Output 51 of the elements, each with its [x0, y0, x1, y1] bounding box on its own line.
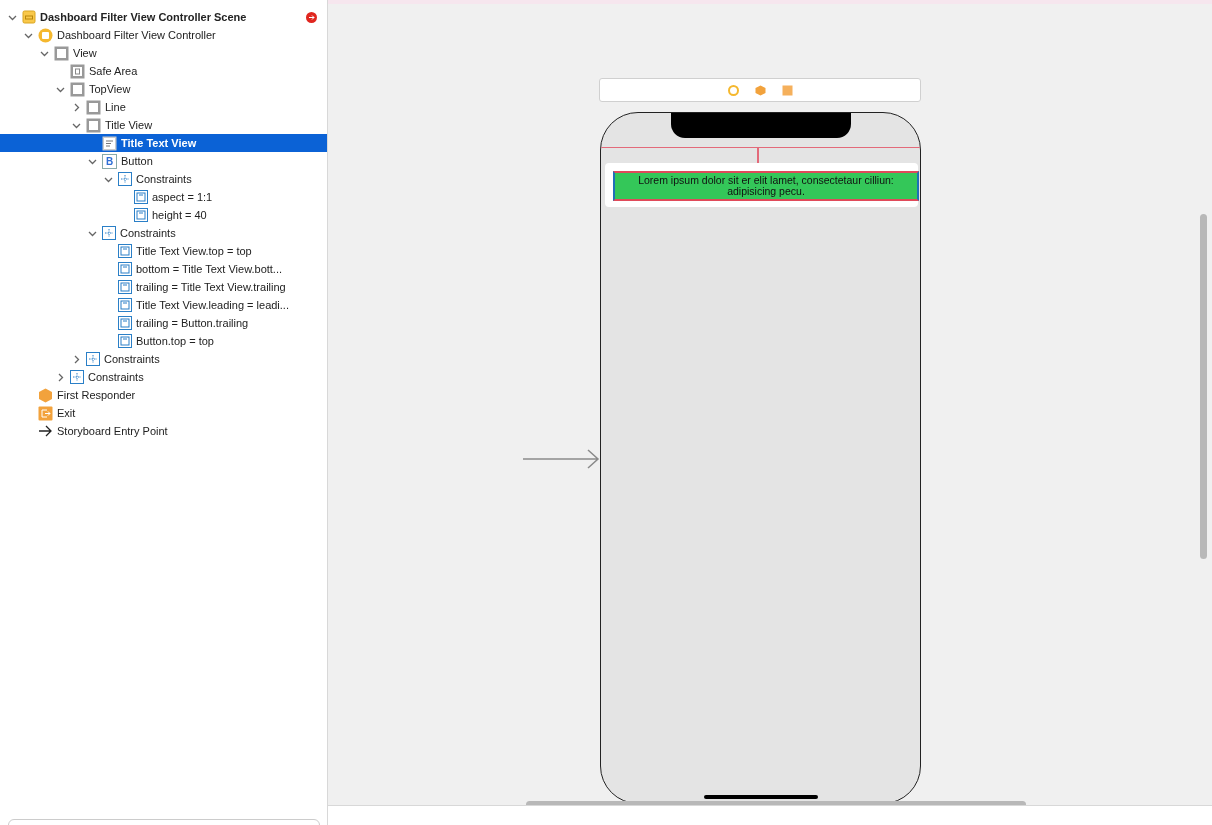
- outline-row[interactable]: Line: [0, 98, 327, 116]
- constraints-icon: [70, 370, 84, 384]
- constraint-icon: [134, 208, 148, 222]
- outline-row[interactable]: First Responder: [0, 386, 327, 404]
- text-view-icon: [102, 135, 117, 151]
- scene-icon: [22, 10, 36, 24]
- outline-row[interactable]: Safe Area: [0, 62, 327, 80]
- outline-row[interactable]: Constraints: [0, 350, 327, 368]
- constraint-icon: [118, 316, 132, 330]
- outline-row[interactable]: Button.top = top: [0, 332, 327, 350]
- view-icon: [70, 81, 85, 97]
- constraint-icon: [118, 262, 132, 276]
- cube-icon: [38, 387, 53, 403]
- view-icon: [86, 99, 101, 115]
- circle-icon: [38, 27, 53, 43]
- outline-row[interactable]: Dashboard Filter View Controller Scene: [0, 8, 327, 26]
- constraint-icon: [118, 334, 132, 348]
- constraint-icon: [118, 244, 132, 258]
- view-icon: [54, 45, 69, 61]
- constraints-icon: [102, 226, 116, 240]
- outline-row[interactable]: trailing = Title Text View.trailing: [0, 278, 327, 296]
- constraint-icon: [118, 280, 132, 294]
- outline-row[interactable]: Title Text View: [0, 134, 327, 152]
- error-icon[interactable]: [306, 11, 317, 23]
- outline-row[interactable]: height = 40: [0, 206, 327, 224]
- exit-icon: [38, 405, 53, 421]
- outline-row[interactable]: View: [0, 44, 327, 62]
- outline-row[interactable]: Dashboard Filter View Controller: [0, 26, 327, 44]
- outline-row[interactable]: Storyboard Entry Point: [0, 422, 327, 440]
- outline-row[interactable]: Title Text View.leading = leadi...: [0, 296, 327, 314]
- arrow-icon: [38, 425, 53, 437]
- outline-row[interactable]: Title View: [0, 116, 327, 134]
- button-icon: B: [102, 153, 117, 169]
- outline-row[interactable]: TopView: [0, 80, 327, 98]
- constraints-icon: [86, 352, 100, 366]
- view-icon: [86, 117, 101, 133]
- outline-row[interactable]: Constraints: [0, 170, 327, 188]
- safe-area-icon: [70, 63, 85, 79]
- outline-row[interactable]: Constraints: [0, 224, 327, 242]
- title-text: Lorem ipsum dolor sit er elit lamet, consectetaur cilliun: adipisicing pecu.: [637, 175, 895, 197]
- outline-row[interactable]: Constraints: [0, 368, 327, 386]
- outline-row[interactable]: aspect = 1:1: [0, 188, 327, 206]
- constraints-icon: [118, 172, 132, 186]
- constraint-icon: [134, 190, 148, 204]
- vertical-scrollbar[interactable]: [1200, 214, 1207, 559]
- outline-row[interactable]: B Button: [0, 152, 327, 170]
- outline-row[interactable]: trailing = Button.trailing: [0, 314, 327, 332]
- constraint-icon: [118, 298, 132, 312]
- outline-row[interactable]: Title Text View.top = top: [0, 242, 327, 260]
- outline-row[interactable]: Exit: [0, 404, 327, 422]
- outline-row[interactable]: bottom = Title Text View.bott...: [0, 260, 327, 278]
